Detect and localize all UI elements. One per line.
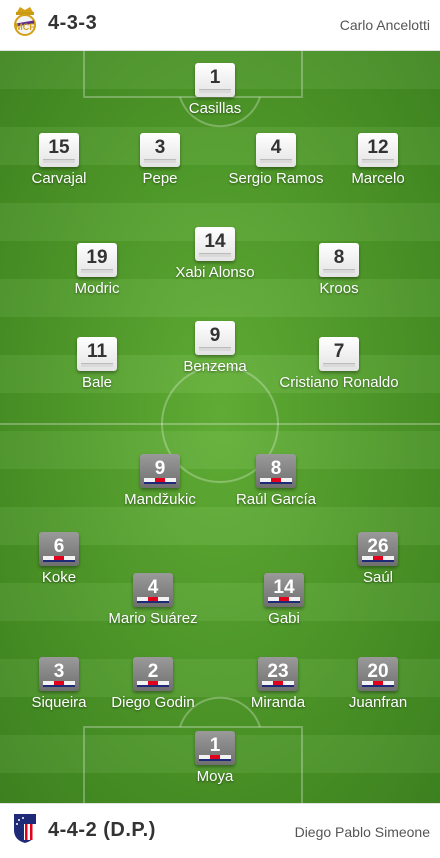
player-name: Modric xyxy=(74,280,120,297)
shirt-icon: 3 xyxy=(140,133,180,167)
shirt-icon: 8 xyxy=(256,454,296,488)
away-player-1[interactable]: 9 Mandžukic xyxy=(100,454,220,509)
player-name: Kroos xyxy=(319,280,359,297)
shirt-icon: 7 xyxy=(319,337,359,371)
player-name: Bale xyxy=(81,374,113,391)
away-formation: 4-4-2 (D.P.) xyxy=(48,819,156,841)
shirt-icon: 19 xyxy=(77,243,117,277)
shirt-icon: 3 xyxy=(39,657,79,691)
home-player-10[interactable]: 9 Benzema xyxy=(155,321,275,376)
player-name: Marcelo xyxy=(351,170,405,187)
shirt-icon: 14 xyxy=(195,227,235,261)
home-player-3[interactable]: 3 Pepe xyxy=(100,133,220,188)
real-madrid-crest-icon: MCF xyxy=(14,7,36,36)
shirt-icon: 26 xyxy=(358,532,398,566)
shirt-icon: 2 xyxy=(133,657,173,691)
atletico-madrid-crest-icon xyxy=(14,814,36,843)
home-player-8[interactable]: 8 Kroos xyxy=(279,243,399,298)
shirt-icon: 4 xyxy=(256,133,296,167)
shirt-icon: 9 xyxy=(140,454,180,488)
home-player-6[interactable]: 19 Modric xyxy=(37,243,157,298)
home-coach: Carlo Ancelotti xyxy=(339,17,430,33)
shirt-icon: 14 xyxy=(264,573,304,607)
shirt-icon: 11 xyxy=(77,337,117,371)
away-player-8[interactable]: 2 Diego Godin xyxy=(93,657,213,712)
home-player-7[interactable]: 14 Xabi Alonso xyxy=(155,227,275,282)
shirt-icon: 9 xyxy=(195,321,235,355)
home-player-5[interactable]: 12 Marcelo xyxy=(318,133,438,188)
away-player-5[interactable]: 4 Mario Suárez xyxy=(93,573,213,628)
away-player-2[interactable]: 8 Raúl García xyxy=(216,454,336,509)
away-coach: Diego Pablo Simeone xyxy=(294,824,430,840)
shirt-icon: 1 xyxy=(195,731,235,765)
away-player-6[interactable]: 14 Gabi xyxy=(224,573,344,628)
svg-text:MCF: MCF xyxy=(15,22,35,32)
player-name: Xabi Alonso xyxy=(175,264,255,281)
player-name: Moya xyxy=(196,768,234,785)
player-name: Mandžukic xyxy=(124,491,196,508)
away-player-11[interactable]: 1 Moya xyxy=(155,731,275,786)
player-name: Raúl García xyxy=(235,491,317,508)
shirt-icon: 23 xyxy=(258,657,298,691)
player-name: Juanfran xyxy=(348,694,408,711)
player-name: Mario Suárez xyxy=(108,610,198,627)
home-player-9[interactable]: 11 Bale xyxy=(37,337,157,392)
player-name: Gabi xyxy=(268,610,300,627)
pitch: 1 Casillas 15 Carvajal 3 Pepe 4 Sergio R… xyxy=(0,51,440,803)
player-name: Cristiano Ronaldo xyxy=(279,374,399,391)
home-formation: 4-3-3 xyxy=(48,12,98,34)
home-team-header: MCF 4-3-3 Carlo Ancelotti xyxy=(0,0,440,51)
shirt-icon: 20 xyxy=(358,657,398,691)
player-name: Pepe xyxy=(142,170,178,187)
shirt-icon: 12 xyxy=(358,133,398,167)
player-name: Benzema xyxy=(183,358,247,375)
shirt-icon: 15 xyxy=(39,133,79,167)
away-player-10[interactable]: 20 Juanfran xyxy=(318,657,438,712)
player-name: Diego Godin xyxy=(111,694,195,711)
shirt-icon: 6 xyxy=(39,532,79,566)
shirt-icon: 4 xyxy=(133,573,173,607)
away-team-header: 4-4-2 (D.P.) Diego Pablo Simeone xyxy=(0,803,440,858)
shirt-icon: 1 xyxy=(195,63,235,97)
home-player-11[interactable]: 7 Cristiano Ronaldo xyxy=(279,337,399,392)
player-name: Casillas xyxy=(188,100,242,117)
home-player-1[interactable]: 1 Casillas xyxy=(155,63,275,118)
shirt-icon: 8 xyxy=(319,243,359,277)
